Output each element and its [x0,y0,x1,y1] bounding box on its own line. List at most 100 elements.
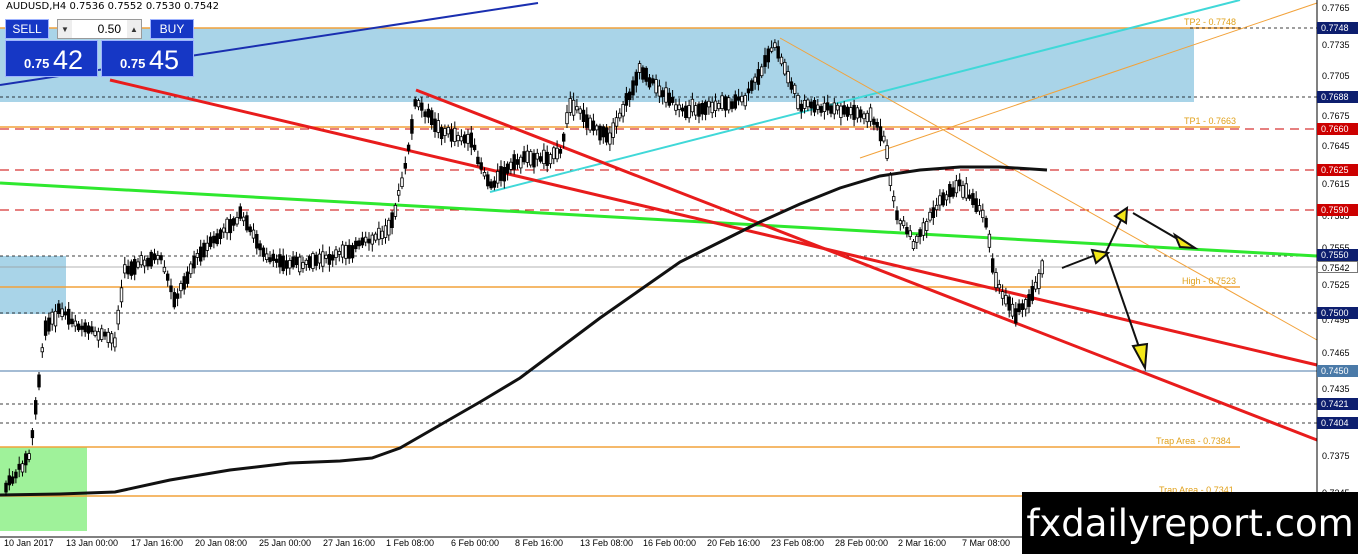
price-axis-label: 0.7525 [1322,280,1350,290]
price-axis-label: 0.7465 [1322,348,1350,358]
time-axis-label: 17 Jan 16:00 [131,538,184,548]
candle-body-26 [90,326,94,333]
price-chart[interactable] [0,0,1358,554]
candle-body-106 [354,240,358,250]
candle-body-3 [14,471,18,479]
candle-body-234 [776,46,780,59]
candle-body-219 [727,97,731,111]
candle-body-71 [238,206,242,219]
candle-body-215 [713,100,718,111]
candle-body-289 [958,179,962,187]
time-axis-label: 13 Jan 00:00 [66,538,119,548]
price-tag: 0.7550 [1317,249,1358,261]
candle-body-73 [245,215,249,231]
candle-body-273 [905,226,909,235]
candle-body-89 [297,256,302,273]
candle-body-192 [637,63,642,73]
tp1-label: TP1 - 0.7663 [1184,116,1237,126]
candle-body-35 [119,287,124,303]
candle-body-42 [142,259,147,267]
candle-body-292 [967,194,972,199]
candle-body-214 [710,101,714,114]
candle-body-188 [624,93,629,106]
lot-increase-icon[interactable]: ▲ [127,20,141,38]
candle-body-44 [149,251,153,267]
candle-body-104 [347,244,351,259]
site-watermark: fxdailyreport.com [1022,492,1358,554]
sell-button[interactable]: SELL [5,19,49,39]
candle-body-13 [47,317,51,332]
candle-body-250 [829,105,833,114]
candle-body-46 [156,255,160,260]
lot-decrease-icon[interactable]: ▼ [58,20,72,38]
candle-body-210 [697,103,701,117]
time-axis-label: 13 Feb 08:00 [580,538,634,548]
chart-window[interactable]: AUDUSD,H4 0.7536 0.7552 0.7530 0.7542 SE… [0,0,1358,554]
buy-button[interactable]: BUY [150,19,194,39]
candle-body-79 [264,253,269,260]
price-axis-label: 0.7705 [1322,71,1350,81]
candle-body-72 [241,216,246,222]
candle-body-229 [760,66,764,77]
candle-body-183 [608,132,612,145]
candle-body-30 [103,331,107,337]
candle-body-260 [862,113,866,120]
candle-body-15 [53,310,58,327]
candle-body-28 [96,331,101,341]
candle-body-220 [730,101,734,109]
price-tag: 0.7660 [1317,123,1358,135]
candle-body-70 [235,216,239,225]
candle-body-12 [43,320,48,336]
candle-body-97 [324,254,328,259]
candle-body-162 [538,156,543,162]
candle-body-0 [4,482,8,493]
candle-body-241 [799,103,803,112]
candle-body-186 [618,112,622,119]
candle-body-201 [667,92,671,106]
candle-body-23 [80,325,84,330]
candle-body-228 [756,69,761,85]
support-zone [0,256,66,314]
lot-size-input[interactable]: 0.50 [74,20,125,38]
candle-body-155 [515,159,520,165]
candle-body-76 [255,233,259,249]
candle-body-236 [783,62,787,75]
candle-body-266 [882,135,886,142]
candle-body-119 [396,190,401,196]
candle-body-237 [786,71,790,84]
sell-price-box[interactable]: 0.75 42 [5,40,98,77]
candle-body-206 [684,105,688,118]
buy-price-box[interactable]: 0.75 45 [101,40,194,77]
candle-body-20 [70,318,74,325]
candle-body-8 [30,430,35,439]
candle-body-301 [997,284,1001,289]
candle-body-294 [974,198,978,212]
candle-body-147 [489,181,493,189]
candle-body-4 [17,463,21,470]
candle-body-274 [908,230,912,238]
candle-body-45 [152,253,157,261]
candle-body-78 [261,247,266,257]
candle-body-202 [670,96,675,103]
candle-body-88 [294,256,299,266]
candle-body-82 [274,258,279,263]
candle-body-10 [37,374,41,388]
candle-body-193 [641,67,645,80]
candle-body-207 [687,105,691,119]
candle-body-178 [591,120,596,131]
candle-body-225 [746,88,751,94]
candle-body-114 [380,230,384,239]
candle-body-235 [779,56,784,65]
candle-body-21 [73,320,77,327]
buy-price-pips: 45 [149,45,180,75]
candle-body-298 [987,233,992,248]
time-axis-label: 16 Feb 00:00 [643,538,697,548]
candle-body-85 [284,260,289,269]
candle-body-282 [934,204,939,211]
candle-body-248 [822,102,827,112]
lot-size-stepper[interactable]: ▼ 0.50 ▲ [57,19,142,39]
candle-body-269 [892,196,896,202]
candle-body-60 [202,242,206,258]
price-axis-label: 0.7735 [1322,40,1350,50]
candle-body-227 [753,76,757,83]
